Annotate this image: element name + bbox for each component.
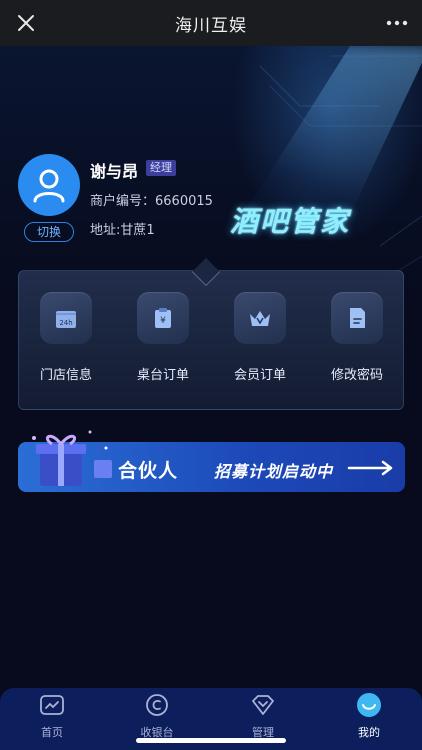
tab-home[interactable]: 首页	[17, 692, 87, 746]
crown-icon	[234, 292, 286, 344]
home-indicator	[136, 738, 286, 743]
menu-item-change-password[interactable]: 修改密码	[322, 292, 392, 392]
menu-item-label: 门店信息	[39, 368, 92, 383]
user-icon	[33, 169, 65, 203]
menu-item-label: 会员订单	[233, 368, 286, 383]
partner-recruit-banner[interactable]: 合伙人 招募计划启动中	[18, 430, 405, 492]
profile-icon	[356, 692, 382, 718]
banner-partner-text: 合伙人	[118, 460, 179, 482]
menu-item-member-orders[interactable]: 会员订单	[225, 292, 295, 392]
page-title: 海川互娱	[175, 15, 247, 36]
tab-profile[interactable]: 我的	[334, 692, 404, 746]
menu-item-label: 修改密码	[330, 368, 383, 383]
avatar[interactable]	[18, 154, 80, 216]
user-name: 谢与昂	[90, 162, 139, 181]
more-icon[interactable]	[384, 11, 410, 35]
tab-label: 首页	[41, 726, 63, 739]
store-address: 地址:甘蔗1	[90, 223, 155, 238]
svg-text:24h: 24h	[59, 319, 72, 327]
arrow-right-icon	[347, 460, 393, 476]
menu-item-label: 桌台订单	[136, 368, 189, 383]
merchant-number: 商户编号：6660015	[90, 194, 213, 209]
cashier-icon	[144, 692, 170, 718]
top-bar: 海川互娱	[0, 0, 422, 46]
svg-text:¥: ¥	[160, 316, 166, 326]
store-24h-icon: 24h	[40, 292, 92, 344]
banner-recruit-text: 招募计划启动中	[214, 462, 334, 481]
gift-box-icon	[32, 430, 112, 486]
home-icon	[39, 692, 65, 718]
document-icon	[331, 292, 383, 344]
close-icon[interactable]	[14, 11, 38, 35]
role-badge: 经理	[146, 160, 176, 176]
brand-logo-text: 酒吧管家	[230, 205, 351, 238]
table-order-icon: ¥	[137, 292, 189, 344]
manage-icon	[250, 692, 276, 718]
switch-button[interactable]: 切换	[24, 222, 74, 242]
tab-label: 我的	[358, 726, 380, 739]
menu-item-store-info[interactable]: 24h 门店信息	[31, 292, 101, 392]
menu-item-table-orders[interactable]: ¥ 桌台订单	[128, 292, 198, 392]
